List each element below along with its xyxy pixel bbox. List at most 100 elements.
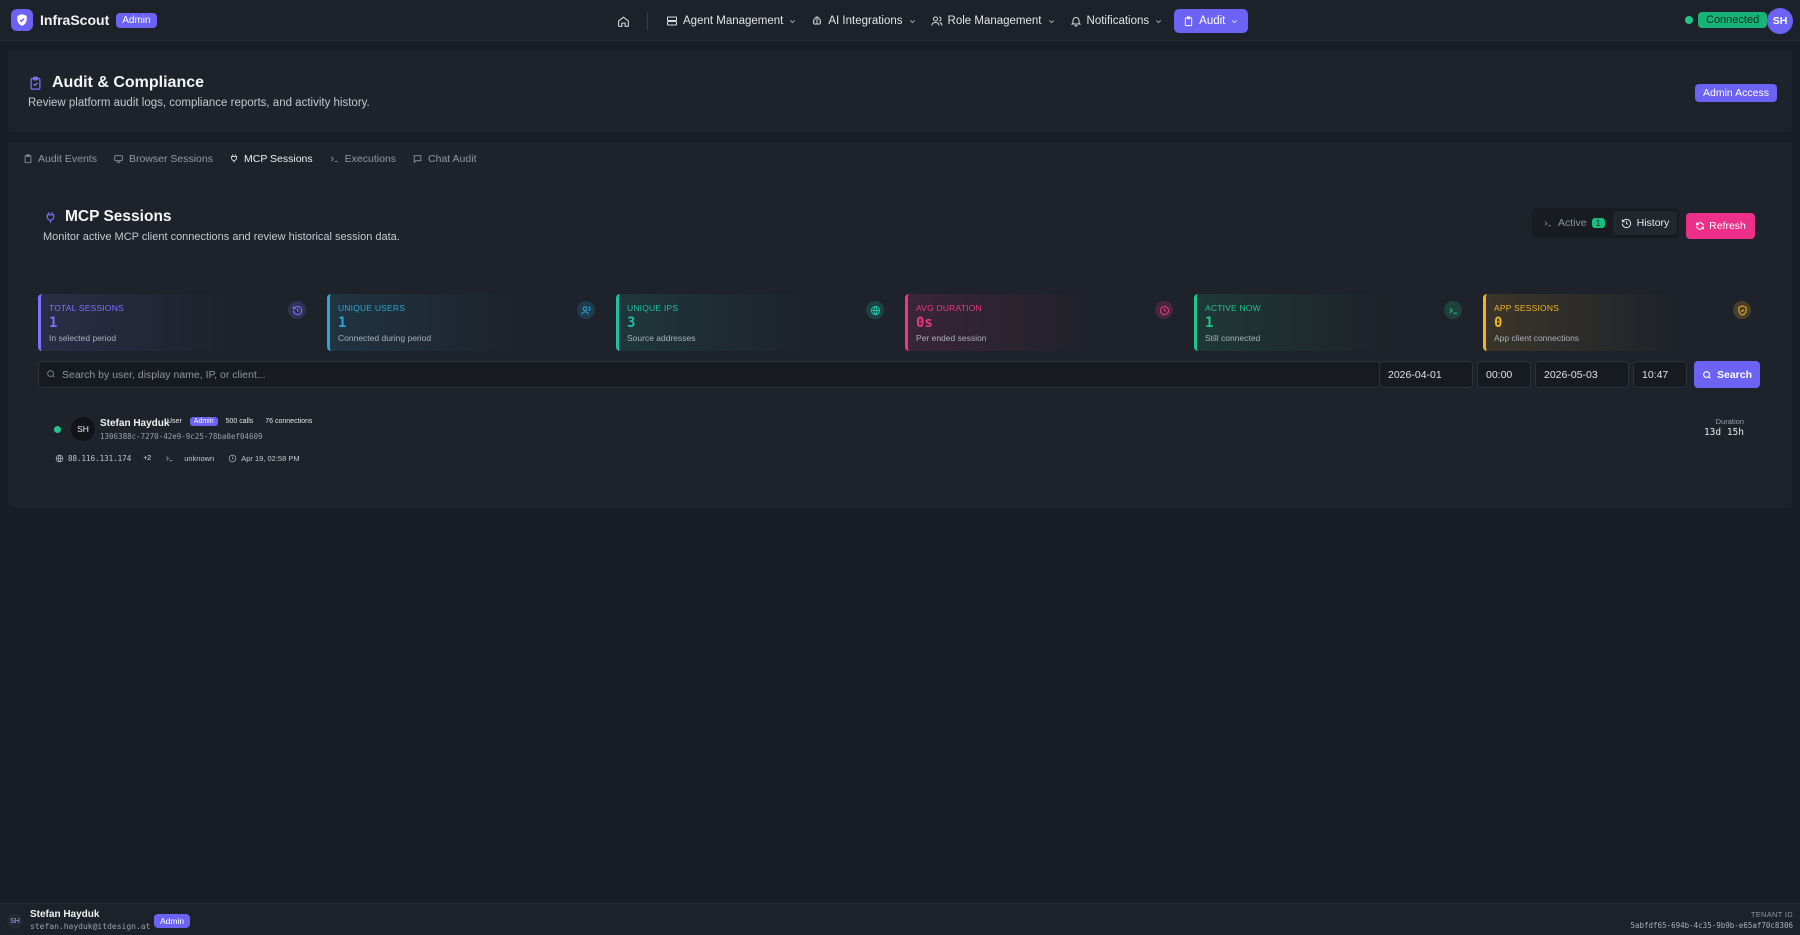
stat-value: 0 [1494,315,1503,331]
avatar[interactable]: SH [7,913,23,929]
from-date-input[interactable]: 2026-04-01 [1379,361,1473,388]
tenant-id-value: 5abfdf65-694b-4c35-9b9b-e65af70c8306 [1630,921,1793,930]
nav-ai-integrations[interactable]: AI Integrations [804,9,923,33]
refresh-button[interactable]: Refresh [1686,213,1755,239]
chat-icon [413,154,422,163]
stat-label: TOTAL SESSIONS [49,303,124,313]
stat-card-unique-users: UNIQUE USERS 1 Connected during period [327,294,608,351]
page-title: Audit & Compliance [52,74,205,91]
audit-tabs: Audit Events Browser Sessions MCP Sessio… [15,150,484,167]
nav-audit[interactable]: Audit [1174,9,1249,33]
clipboard-icon [24,153,32,163]
mcp-sessions-panel: Audit Events Browser Sessions MCP Sessio… [8,142,1792,508]
nav-label: Agent Management [683,15,784,27]
to-date-input[interactable]: 2026-05-03 [1535,361,1629,388]
nav-role-management[interactable]: Role Management [924,9,1063,33]
footer-user-bar: SH Stefan Hayduk stefan.hayduk@itdesign.… [0,903,1800,935]
session-ip: 88.116.131.174 +2 [55,454,151,463]
globe-icon [866,301,884,319]
tab-mcp-sessions[interactable]: MCP Sessions [221,150,321,167]
clipboard-check-icon [30,76,41,90]
nav-agent-management[interactable]: Agent Management [659,9,804,33]
stat-desc: Still connected [1205,333,1261,343]
online-status-dot [54,426,61,433]
shield-logo-icon [11,9,33,31]
tab-label: MCP Sessions [243,152,313,165]
chevron-down-icon [909,19,915,23]
footer-user-email: stefan.hayduk@itdesign.at [30,922,151,931]
search-input[interactable]: Search by user, display name, IP, or cli… [38,361,1380,388]
globe-icon [55,454,64,463]
active-mode-button[interactable]: Active 1 [1535,211,1613,235]
section-subtitle: Monitor active MCP client connections an… [43,231,400,243]
connection-status: Connected [1685,12,1768,28]
search-icon [1703,370,1711,379]
stat-value: 1 [1205,315,1214,331]
search-icon [47,370,55,378]
connection-badge: Connected [1698,12,1768,28]
stat-desc: Per ended session [916,333,987,343]
stat-card-total-sessions: TOTAL SESSIONS 1 In selected period [38,294,319,351]
nav-label: Role Management [947,15,1042,27]
ip-extra-count: +2 [143,455,152,462]
tab-label: Chat Audit [428,152,477,165]
session-mode-toggle: Active 1 History [1532,208,1679,238]
client-name: unknown [184,454,215,463]
stat-label: ACTIVE NOW [1205,303,1261,313]
chevron-down-icon [790,19,796,23]
page-title-row: Audit & Compliance [28,74,204,92]
nav-label: Notifications [1086,15,1150,27]
to-time-input[interactable]: 10:47 [1633,361,1687,388]
history-mode-label: History [1636,217,1670,229]
home-button[interactable] [612,9,634,33]
stat-label: UNIQUE USERS [338,303,406,313]
stat-desc: In selected period [49,333,117,343]
history-icon [1621,218,1631,228]
duration-label: Duration [1715,417,1744,426]
history-mode-button[interactable]: History [1612,211,1678,235]
tab-label: Browser Sessions [128,152,213,165]
clipboard-icon [1184,15,1193,26]
home-icon [617,15,629,27]
tenant-id-label: TENANT ID [1750,910,1793,919]
stat-value: 3 [627,315,636,331]
stat-value: 1 [338,315,347,331]
tab-audit-events[interactable]: Audit Events [15,150,105,167]
terminal-icon [1544,220,1551,226]
main-nav: Agent Management AI Integrations Role Ma… [612,9,1249,33]
tab-executions[interactable]: Executions [321,150,404,167]
stat-card-active-now: ACTIVE NOW 1 Still connected [1194,294,1475,351]
session-id: 1306388c-7270-42e9-9c25-78ba0ef04609 [100,432,263,441]
history-icon [288,301,306,319]
stat-label: UNIQUE IPS [627,303,679,313]
calls-count: 500 calls [225,418,254,425]
clock-icon [228,454,237,463]
session-meta: 88.116.131.174 +2 unknown Apr 19, 02:58 … [46,454,314,463]
tab-chat-audit[interactable]: Chat Audit [404,150,484,167]
duration-value: 13d 15h [1703,427,1744,438]
stat-value: 1 [49,315,58,331]
from-time-input[interactable]: 00:00 [1477,361,1531,388]
ai-brain-icon [813,16,822,25]
brand-name: InfraScout [40,12,110,28]
stat-desc: App client connections [1494,333,1580,343]
search-button[interactable]: Search [1694,361,1760,388]
active-count-badge: 1 [1591,218,1605,228]
terminal-icon [330,156,338,162]
tab-label: Audit Events [38,152,97,165]
shield-icon [1733,301,1751,319]
brand[interactable]: InfraScout Admin [11,9,157,31]
page-subtitle: Review platform audit logs, compliance r… [28,97,370,109]
session-started: Apr 19, 02:58 PM [228,454,300,463]
stat-card-avg-duration: AVG DURATION 0s Per ended session [905,294,1186,351]
nav-notifications[interactable]: Notifications [1063,9,1171,33]
refresh-label: Refresh [1709,220,1746,232]
tab-browser-sessions[interactable]: Browser Sessions [105,150,221,167]
active-mode-label: Active [1558,217,1587,229]
plug-icon [46,211,55,223]
session-user-name: Stefan Hayduk [100,418,170,429]
nav-label: Audit [1199,15,1226,27]
user-avatar-button[interactable]: SH [1767,8,1793,34]
monitor-icon [114,154,123,163]
ip-address: 88.116.131.174 [68,454,132,463]
